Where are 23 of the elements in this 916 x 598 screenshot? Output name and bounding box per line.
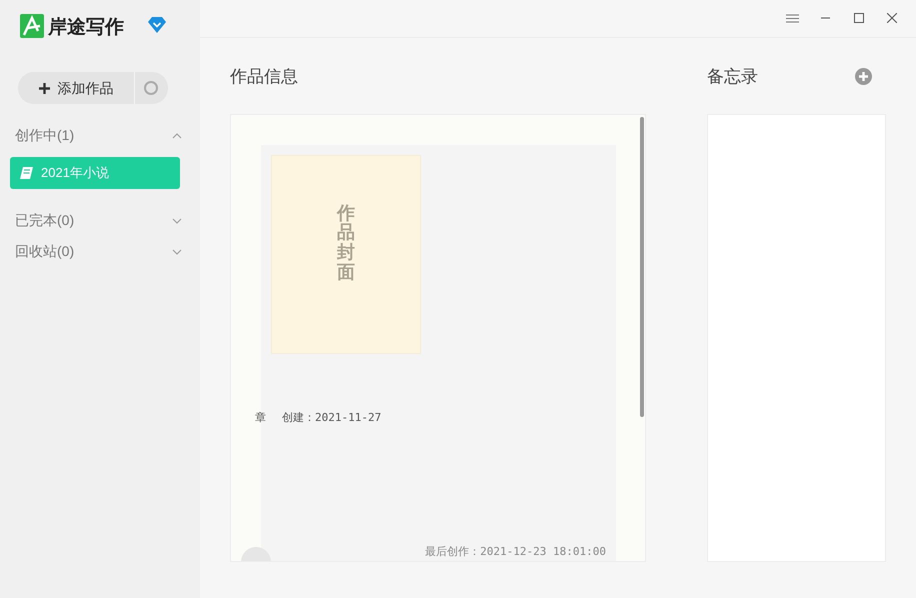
- work-item[interactable]: 2021年小说: [10, 157, 180, 189]
- add-icon[interactable]: [855, 68, 872, 86]
- menu-icon[interactable]: [786, 14, 799, 23]
- section-header[interactable]: 创作中(1): [0, 120, 200, 151]
- chevron-icon: [172, 132, 182, 138]
- minimize-icon[interactable]: [821, 17, 830, 20]
- maximize-icon[interactable]: [854, 13, 864, 24]
- section-title: 作品信息: [230, 66, 299, 88]
- last-written-time: 最后创作：2021-12-23 18:01:00: [425, 544, 606, 560]
- section-header[interactable]: 已完本(0): [0, 205, 200, 236]
- chevron-icon: [172, 248, 182, 254]
- section-header[interactable]: 回收站(0): [0, 236, 200, 267]
- section-title: 备忘录: [707, 66, 758, 88]
- created-date: 创建：2021-11-27: [282, 410, 382, 424]
- cover-text: 作品封面: [337, 204, 355, 284]
- cut-text: 章: [255, 410, 266, 424]
- chevron-icon: [172, 218, 182, 224]
- app-name: 岸途写作: [48, 16, 124, 40]
- close-icon[interactable]: [886, 13, 896, 24]
- book-icon: [20, 167, 33, 179]
- diamond-icon[interactable]: [148, 17, 166, 33]
- logo-icon: [20, 14, 44, 38]
- plus-icon: [38, 82, 50, 94]
